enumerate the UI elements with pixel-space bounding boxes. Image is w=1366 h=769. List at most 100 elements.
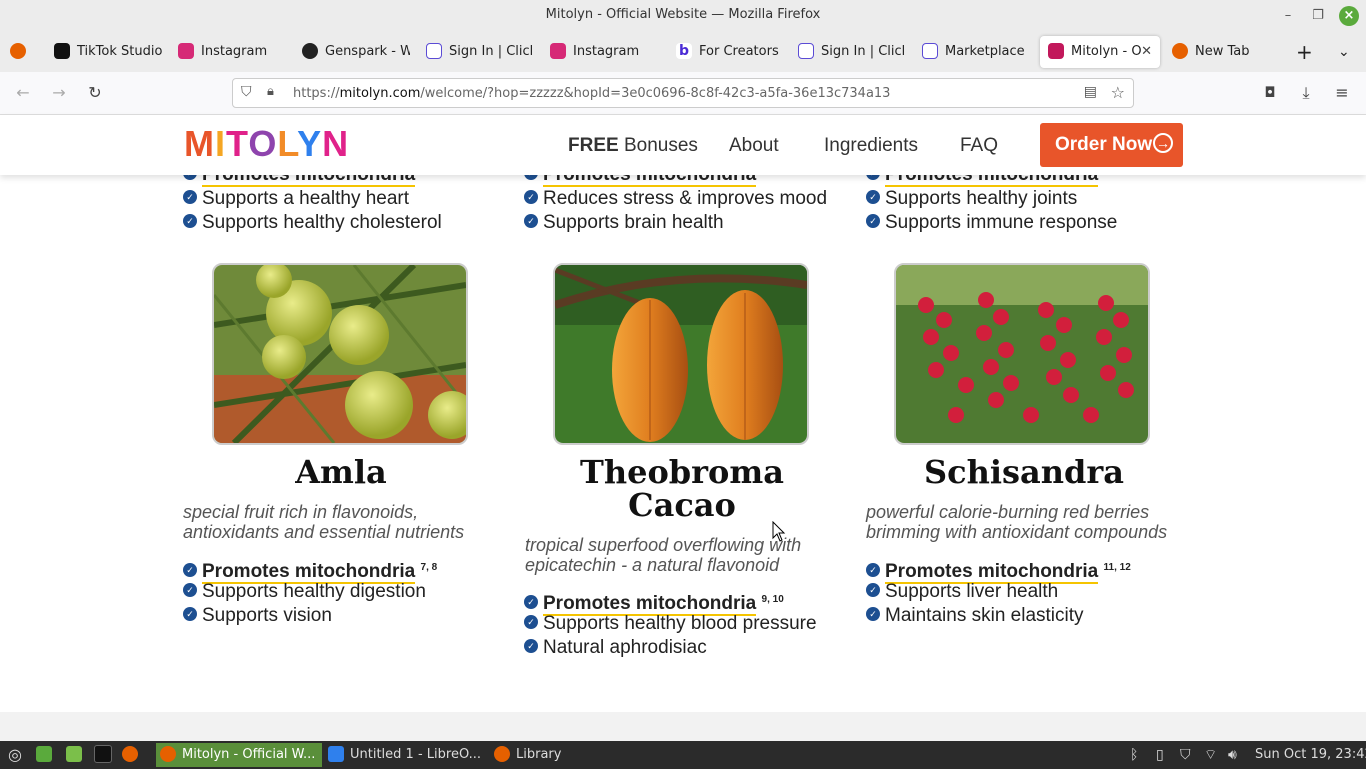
tab-mitolyn-active[interactable]: Mitolyn - O ✕ xyxy=(1040,36,1160,68)
volume-icon[interactable]: 🔊︎ xyxy=(1228,743,1237,767)
check-icon: ✓ xyxy=(866,606,880,621)
check-icon: ✓ xyxy=(524,638,538,653)
clickbank-icon xyxy=(798,42,814,59)
amla-image xyxy=(212,263,468,445)
check-icon: ✓ xyxy=(524,213,538,228)
instagram-icon xyxy=(178,42,194,59)
instagram-icon xyxy=(550,42,566,59)
minimize-icon[interactable]: – xyxy=(1278,6,1298,26)
schisandra-benefits: ✓ Promotes mitochondria 11, 12 ✓ Supports … xyxy=(866,556,1176,628)
close-tab-icon[interactable]: ✕ xyxy=(1141,36,1152,68)
top-col-1: ✓Promotes mitochondria ✓Supports a healt… xyxy=(183,175,493,235)
amla-benefits: ✓ Promotes mitochondria 7, 8 ✓ Supports he… xyxy=(183,556,493,628)
pocket-icon[interactable]: ◘ xyxy=(1259,82,1281,104)
tab-instagram-2[interactable]: Instagram xyxy=(550,36,662,68)
nav-free-bonuses[interactable]: FREE Bonuses xyxy=(568,135,698,157)
tab-instagram[interactable]: Instagram xyxy=(178,36,288,68)
tab-tiktok-studio[interactable]: TikTok Studio xyxy=(54,36,166,68)
mint-menu-icon[interactable]: ◎ xyxy=(4,743,26,767)
firefox-menu-icon[interactable] xyxy=(10,36,30,68)
new-tab-plus-icon[interactable]: + xyxy=(1296,36,1316,68)
clickbank-icon xyxy=(426,42,442,59)
nav-ingredients[interactable]: Ingredients xyxy=(824,135,918,157)
bluetooth-icon[interactable]: ᛒ xyxy=(1130,743,1138,767)
reload-icon[interactable]: ↻ xyxy=(84,82,106,104)
downloads-icon[interactable]: ⤓ xyxy=(1295,82,1317,104)
check-icon: ✓ xyxy=(183,582,197,597)
tab-clickbank-signin-2[interactable]: Sign In | Click xyxy=(798,36,904,68)
tab-new-tab[interactable]: New Tab xyxy=(1172,36,1272,68)
update-shield-icon[interactable]: ⛉ xyxy=(1180,743,1191,767)
url-text[interactable]: https://mitolyn.com/welcome/?hop=zzzzz&h… xyxy=(293,86,890,101)
files-icon[interactable] xyxy=(62,743,88,767)
reader-view-icon[interactable]: ▤ xyxy=(1084,84,1097,100)
firefox-launcher-icon[interactable] xyxy=(118,743,144,767)
url-bar[interactable]: ⛉ 🔒︎ https://mitolyn.com/welcome/?hop=zz… xyxy=(232,78,1134,108)
terminal-icon[interactable] xyxy=(90,743,118,767)
firefox-icon xyxy=(1172,42,1188,59)
check-icon: ✓ xyxy=(866,582,880,597)
close-window-icon[interactable]: × xyxy=(1339,6,1359,26)
cacao-benefits: ✓ Promotes mitochondria 9, 10 ✓ Supports h… xyxy=(524,588,834,660)
check-icon: ✓ xyxy=(524,595,538,610)
tab-marketplace[interactable]: Marketplace xyxy=(922,36,1028,68)
back-arrow-icon[interactable]: ← xyxy=(12,82,34,104)
nav-faq[interactable]: FAQ xyxy=(960,135,998,157)
forward-arrow-icon[interactable]: → xyxy=(48,82,70,104)
genspark-icon xyxy=(302,42,318,59)
tiktok-icon xyxy=(54,42,70,59)
check-icon: ✓ xyxy=(866,175,880,180)
system-taskbar: ◎ Mitolyn - Official W... Untitled 1 - L… xyxy=(0,741,1366,769)
ingredient-desc-cacao: tropical superfood overflowing with epica… xyxy=(525,535,802,575)
check-icon: ✓ xyxy=(866,213,880,228)
clipboard-icon[interactable]: ▯ xyxy=(1156,743,1164,767)
top-col-2: ✓Promotes mitochondria ✓Reduces stress &… xyxy=(524,175,834,235)
check-icon: ✓ xyxy=(183,213,197,228)
libreoffice-icon xyxy=(328,745,344,762)
arrow-right-circle-icon: → xyxy=(1153,133,1173,153)
schisandra-image xyxy=(894,263,1150,445)
ingredient-desc-schisandra: powerful calorie-burning red berries brim… xyxy=(866,502,1168,542)
check-icon: ✓ xyxy=(866,563,880,578)
show-desktop-icon[interactable] xyxy=(32,743,58,767)
shield-icon[interactable]: ⛉ xyxy=(241,84,252,100)
order-now-button[interactable]: Order Now → xyxy=(1040,123,1183,167)
lock-icon[interactable]: 🔒︎ xyxy=(267,84,274,99)
check-icon: ✓ xyxy=(183,189,197,204)
tab-bar: TikTok Studio Instagram Genspark - W Sig… xyxy=(0,32,1366,72)
check-icon: ✓ xyxy=(524,175,538,180)
maximize-icon[interactable]: ❐ xyxy=(1308,6,1328,26)
check-icon: ✓ xyxy=(183,175,197,180)
check-icon: ✓ xyxy=(524,189,538,204)
ingredient-desc-amla: special fruit rich in flavonoids, antioxi… xyxy=(183,502,465,542)
taskbar-libreoffice-window[interactable]: Untitled 1 - LibreO... xyxy=(324,743,484,767)
clickbank-icon xyxy=(922,42,938,59)
taskbar-firefox-window[interactable]: Mitolyn - Official W... xyxy=(156,743,322,767)
bookmark-star-icon[interactable]: ☆ xyxy=(1111,83,1125,102)
mitolyn-favicon xyxy=(1048,42,1064,59)
tab-clickbank-signin[interactable]: Sign In | Click xyxy=(426,36,532,68)
nav-about[interactable]: About xyxy=(729,135,779,157)
wifi-icon[interactable]: ⌔ xyxy=(1204,743,1217,767)
mitolyn-logo[interactable]: MITOLYN xyxy=(184,123,349,165)
navigation-toolbar: ← → ↻ ⛉ 🔒︎ https://mitolyn.com/welcome/?… xyxy=(0,72,1366,115)
tab-genspark[interactable]: Genspark - W xyxy=(302,36,410,68)
ingredient-name-schisandra: Schisandra xyxy=(924,453,1124,491)
mouse-cursor-icon xyxy=(772,521,786,542)
window-titlebar: Mitolyn - Official Website — Mozilla Fir… xyxy=(0,0,1366,32)
ingredients-section: ✓Promotes mitochondria ✓Supports a healt… xyxy=(0,175,1366,712)
clock[interactable]: Sun Oct 19, 23:42 xyxy=(1255,743,1366,767)
tab-for-creators[interactable]: b For Creators xyxy=(676,36,780,68)
check-icon: ✓ xyxy=(524,614,538,629)
check-icon: ✓ xyxy=(183,563,197,578)
ingredient-name-cacao: Theobroma Cacao xyxy=(580,453,784,524)
firefox-icon xyxy=(494,745,510,762)
ingredient-name-amla: Amla xyxy=(295,453,387,491)
check-icon: ✓ xyxy=(866,189,880,204)
window-title: Mitolyn - Official Website — Mozilla Fir… xyxy=(545,7,821,22)
top-col-3: ✓Promotes mitochondria ✓Supports healthy… xyxy=(866,175,1176,235)
list-all-tabs-icon[interactable]: ⌄ xyxy=(1338,36,1358,68)
hamburger-menu-icon[interactable]: ≡ xyxy=(1331,82,1353,104)
cacao-image xyxy=(553,263,809,445)
taskbar-library-window[interactable]: Library xyxy=(490,743,580,767)
